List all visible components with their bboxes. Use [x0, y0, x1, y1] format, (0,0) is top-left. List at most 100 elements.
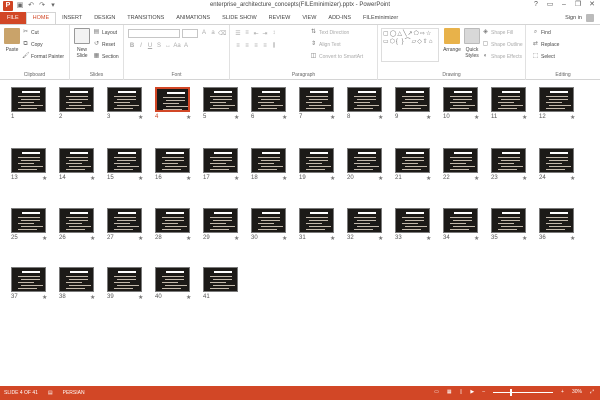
- transition-star-icon[interactable]: ★: [282, 235, 287, 242]
- bullets-icon[interactable]: ☰: [234, 30, 242, 37]
- slide-thumbnail[interactable]: [539, 148, 574, 173]
- slide-thumbnail[interactable]: [203, 208, 238, 233]
- tab-slide-show[interactable]: SLIDE SHOW: [216, 12, 263, 24]
- spacing-icon[interactable]: ↔: [164, 43, 172, 49]
- slide-thumbnail[interactable]: [395, 148, 430, 173]
- increase-indent-icon[interactable]: ⇥: [261, 30, 269, 37]
- transition-star-icon[interactable]: ★: [42, 294, 47, 301]
- tab-animations[interactable]: ANIMATIONS: [170, 12, 216, 24]
- replace-button[interactable]: ⇄ Replace: [532, 41, 559, 48]
- shape-fill-button[interactable]: ◈ Shape Fill: [482, 29, 513, 36]
- slide-thumbnail[interactable]: [443, 148, 478, 173]
- slide-thumbnail[interactable]: [299, 148, 334, 173]
- slideshow-view-icon[interactable]: ▶: [470, 389, 474, 395]
- transition-star-icon[interactable]: ★: [330, 235, 335, 242]
- shapes-gallery[interactable]: ▢◯△╲↗⬠⇨☆▭⬡{ }⌒▱◇⇧⌂: [381, 28, 439, 62]
- transition-star-icon[interactable]: ★: [522, 175, 527, 182]
- select-button[interactable]: ⬚ Select: [532, 53, 555, 60]
- slide-thumbnail[interactable]: [107, 267, 142, 292]
- transition-star-icon[interactable]: ★: [234, 235, 239, 242]
- slide-thumbnail[interactable]: [11, 87, 46, 112]
- transition-star-icon[interactable]: ★: [474, 114, 479, 121]
- slide-thumbnail[interactable]: [491, 208, 526, 233]
- sign-in[interactable]: Sign in: [565, 14, 594, 22]
- slide-thumbnail[interactable]: [443, 208, 478, 233]
- tab-review[interactable]: REVIEW: [263, 12, 297, 24]
- tab-file[interactable]: FILE: [0, 12, 26, 24]
- transition-star-icon[interactable]: ★: [90, 235, 95, 242]
- clear-format-icon[interactable]: ⌫: [218, 30, 226, 37]
- transition-star-icon[interactable]: ★: [42, 175, 47, 182]
- align-center-icon[interactable]: ≡: [243, 43, 251, 50]
- text-direction-button[interactable]: ⇅ Text Direction: [310, 29, 349, 36]
- slide-thumbnail[interactable]: [59, 208, 94, 233]
- cut-button[interactable]: ✂ Cut: [22, 29, 39, 36]
- slide-thumbnail[interactable]: [59, 267, 94, 292]
- copy-button[interactable]: ⧉ Copy: [22, 41, 42, 48]
- transition-star-icon[interactable]: ★: [570, 235, 575, 242]
- slide-thumbnail[interactable]: [59, 87, 94, 112]
- section-button[interactable]: ▦ Section: [93, 53, 119, 60]
- slide-thumbnail[interactable]: [395, 87, 430, 112]
- transition-star-icon[interactable]: ★: [282, 175, 287, 182]
- layout-button[interactable]: ▤ Layout: [93, 29, 117, 36]
- quick-styles-button[interactable]: Quick Styles: [463, 28, 481, 59]
- slide-thumbnail[interactable]: [155, 267, 190, 292]
- zoom-level[interactable]: 30%: [572, 389, 582, 395]
- transition-star-icon[interactable]: ★: [186, 175, 191, 182]
- find-button[interactable]: ⌕ Find: [532, 29, 551, 36]
- grow-font-icon[interactable]: A: [200, 30, 208, 37]
- shape-effects-button[interactable]: ◐ Shape Effects: [482, 53, 522, 60]
- font-name-box[interactable]: [128, 29, 180, 38]
- slide-thumbnail[interactable]: [155, 148, 190, 173]
- tab-fileminimizer[interactable]: FILEminimizer: [357, 12, 404, 24]
- new-slide-button[interactable]: New Slide: [72, 28, 92, 59]
- transition-star-icon[interactable]: ★: [522, 235, 527, 242]
- tab-add-ins[interactable]: ADD-INS: [322, 12, 357, 24]
- transition-star-icon[interactable]: ★: [186, 294, 191, 301]
- transition-star-icon[interactable]: ★: [378, 175, 383, 182]
- spelling-icon[interactable]: ▤: [48, 390, 53, 396]
- italic-icon[interactable]: I: [137, 43, 145, 49]
- tab-design[interactable]: DESIGN: [88, 12, 121, 24]
- format-painter-button[interactable]: 🖌 Format Painter: [22, 53, 64, 60]
- slide-thumbnail[interactable]: [395, 208, 430, 233]
- transition-star-icon[interactable]: ★: [186, 235, 191, 242]
- convert-smartart-button[interactable]: ◫ Convert to SmartArt: [310, 53, 364, 60]
- transition-star-icon[interactable]: ★: [42, 235, 47, 242]
- transition-star-icon[interactable]: ★: [426, 175, 431, 182]
- transition-star-icon[interactable]: ★: [138, 294, 143, 301]
- columns-icon[interactable]: ⫼: [270, 43, 278, 50]
- slide-thumbnail[interactable]: [347, 87, 382, 112]
- tab-insert[interactable]: INSERT: [56, 12, 88, 24]
- slide-thumbnail[interactable]: [491, 87, 526, 112]
- zoom-slider[interactable]: [493, 388, 554, 396]
- transition-star-icon[interactable]: ★: [138, 114, 143, 121]
- slide-thumbnail[interactable]: [251, 208, 286, 233]
- strikethrough-icon[interactable]: S: [155, 43, 163, 49]
- arrange-button[interactable]: Arrange: [442, 28, 462, 53]
- shrink-font-icon[interactable]: a: [209, 30, 217, 37]
- transition-star-icon[interactable]: ★: [234, 175, 239, 182]
- align-right-icon[interactable]: ≡: [252, 43, 260, 50]
- font-color-icon[interactable]: A: [182, 43, 190, 49]
- slide-thumbnail[interactable]: [203, 267, 238, 292]
- transition-star-icon[interactable]: ★: [426, 235, 431, 242]
- transition-star-icon[interactable]: ★: [234, 114, 239, 121]
- underline-icon[interactable]: U: [146, 43, 154, 49]
- sign-in-label[interactable]: Sign in: [565, 15, 582, 21]
- transition-star-icon[interactable]: ★: [426, 114, 431, 121]
- slide-thumbnail[interactable]: [203, 148, 238, 173]
- transition-star-icon[interactable]: ★: [90, 294, 95, 301]
- transition-star-icon[interactable]: ★: [138, 235, 143, 242]
- zoom-slider-knob[interactable]: [510, 388, 513, 396]
- zoom-in-icon[interactable]: +: [561, 389, 564, 395]
- align-text-button[interactable]: ⇕ Align Text: [310, 41, 341, 48]
- transition-star-icon[interactable]: ★: [330, 175, 335, 182]
- slide-thumbnail[interactable]: [299, 208, 334, 233]
- tab-home[interactable]: HOME: [25, 12, 57, 24]
- restore-icon[interactable]: ❐: [572, 0, 584, 10]
- transition-star-icon[interactable]: ★: [378, 235, 383, 242]
- slide-thumbnail[interactable]: [251, 87, 286, 112]
- slide-thumbnail[interactable]: [203, 87, 238, 112]
